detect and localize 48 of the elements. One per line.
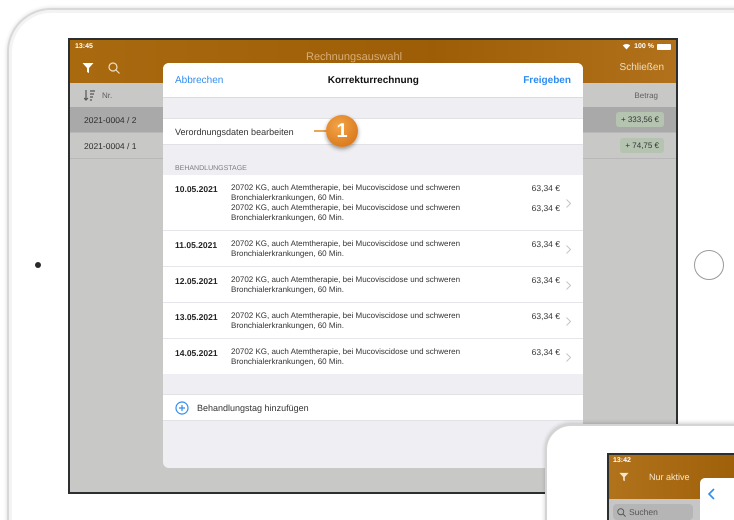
chevron-right-icon [566, 198, 571, 208]
day-date: 13.05.2021 [175, 312, 219, 322]
treatment-price: 63,34 € [532, 183, 560, 195]
search-icon [617, 508, 626, 516]
add-circle-icon [175, 400, 189, 414]
search-field[interactable]: Suchen [613, 504, 693, 520]
column-header[interactable]: Nr. [102, 90, 112, 100]
treatment-price: 63,34 € [532, 239, 560, 251]
day-date: 10.05.2021 [175, 184, 219, 194]
modal-title: Korrekturrechnung [328, 74, 419, 86]
invoice-number: 2021-0004 / 1 [84, 140, 136, 150]
search-icon[interactable] [108, 62, 120, 74]
filter-icon[interactable] [619, 472, 629, 482]
treatment-price: 63,34 € [532, 347, 560, 359]
treatment-price: 63,34 € [532, 311, 560, 323]
screen-title: Rechnungsauswahl [306, 52, 402, 63]
treatment-day-row[interactable]: 12.05.2021 20702 KG, auch Atemtherapie, bei Mucoviscidose und schweren Bronchialerkrankungen, 60 Min. 63,34 € [163, 267, 583, 303]
treatment-description: 20702 KG, auch Atemtherapie, bei Mucoviscidose und schweren Bronchialerkrankungen, 60 Min. [231, 183, 462, 203]
treatment-description: 20702 KG, auch Atemtherapie, bei Mucoviscidose und schweren Bronchialerkrankungen, 60 Min. [231, 203, 462, 223]
treatment-description: 20702 KG, auch Atemtherapie, bei Mucoviscidose und schweren Bronchialerkrankungen, 60 Min. [231, 239, 462, 259]
treatment-description: 20702 KG, auch Atemtherapie, bei Mucoviscidose und schweren Bronchialerkrankungen, 60 Min. [231, 347, 462, 367]
back-chevron-icon[interactable] [708, 488, 715, 500]
sort-icon[interactable] [84, 89, 96, 101]
treatment-day-row[interactable]: 13.05.2021 20702 KG, auch Atemtherapie, bei Mucoviscidose und schweren Bronchialerkrankungen, 60 Min. 63,34 € [163, 303, 583, 339]
amount-badge: + 74,75 € [620, 138, 664, 153]
screen-title: Nur aktive [649, 472, 690, 482]
day-date: 12.05.2021 [175, 276, 219, 286]
treatment-price: 63,34 € [532, 203, 560, 215]
chevron-right-icon [566, 244, 571, 254]
search-placeholder: Suchen [629, 507, 658, 517]
column-header: Betrag [634, 90, 658, 100]
day-date: 14.05.2021 [175, 348, 219, 358]
treatment-day-row[interactable]: 11.05.2021 20702 KG, auch Atemtherapie, bei Mucoviscidose und schweren Bronchialerkrankungen, 60 Min. 63,34 € [163, 231, 583, 267]
day-date: 11.05.2021 [175, 240, 218, 250]
wifi-icon [622, 43, 632, 50]
treatment-description: 20702 KG, auch Atemtherapie, bei Mucoviscidose und schweren Bronchialerkrankungen, 60 Min. [231, 275, 462, 295]
chevron-right-icon [566, 316, 571, 326]
treatment-day-row[interactable]: 14.05.2021 20702 KG, auch Atemtherapie, bei Mucoviscidose und schweren Bronchialerkrankungen, 60 Min. 63,34 € [163, 339, 583, 374]
add-day-label: Behandlungstag hinzufügen [197, 402, 309, 412]
filter-icon[interactable] [82, 62, 94, 74]
chevron-right-icon [566, 352, 571, 362]
invoice-number: 2021-0004 / 2 [84, 114, 136, 124]
treatment-price: 63,34 € [532, 275, 560, 287]
treatment-description: 20702 KG, auch Atemtherapie, bei Mucoviscidose und schweren Bronchialerkrankungen, 60 Min. [231, 311, 462, 331]
amount-badge: + 333,56 € [616, 112, 664, 127]
chevron-right-icon [566, 280, 571, 290]
battery-icon [657, 44, 671, 50]
add-day-button[interactable]: Behandlungstag hinzufügen [163, 394, 583, 421]
